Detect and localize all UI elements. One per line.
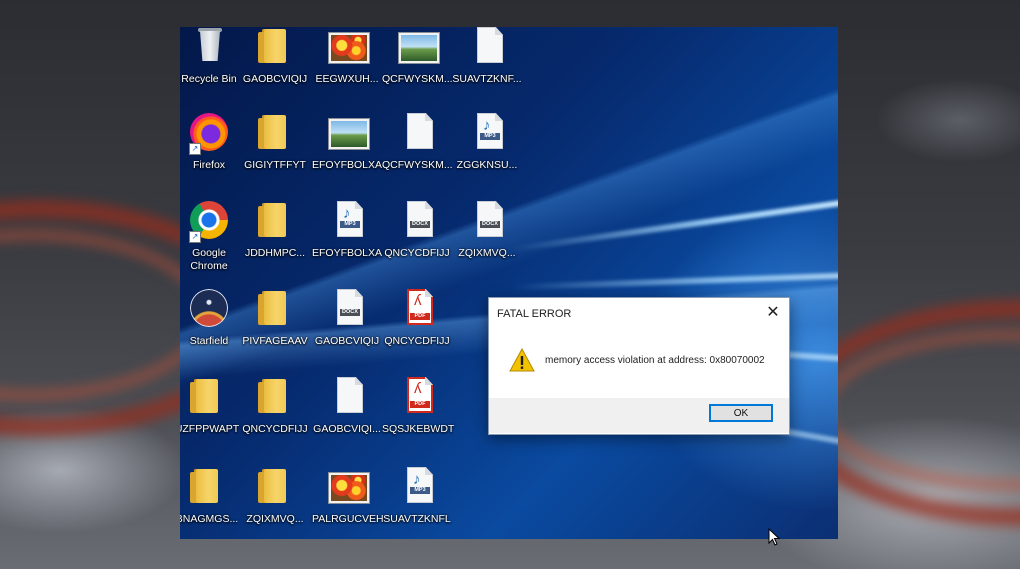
shortcut-arrow-icon: ↗ xyxy=(189,231,201,243)
image-icon xyxy=(325,113,369,153)
pdf-file-icon: ʎ PDF xyxy=(395,377,439,417)
desktop-icon-image[interactable]: EFOYFBOLXA xyxy=(312,113,382,193)
desktop-icon-label: ZQIXMVQ... xyxy=(458,247,516,259)
desktop-icon-docx[interactable]: DOCX ZQIXMVQ... xyxy=(452,201,522,281)
desktop-icon-label: QCFWYSKM... xyxy=(382,159,453,171)
desktop-icon-label: GAOBCVIQI... xyxy=(313,423,381,435)
wallpaper-light-beam xyxy=(510,269,838,291)
mp3-file-icon: ♪ MP3 xyxy=(465,113,509,153)
desktop-icon-starfield[interactable]: Starfield xyxy=(180,289,244,369)
desktop-icon-label: PALRGUCVEH xyxy=(312,513,384,525)
desktop-screen: Recycle Bin GAOBCVIQIJ EEGWXUH... QCFWYS… xyxy=(180,27,838,539)
desktop-icon-mp3[interactable]: ♪ MP3 EFOYFBOLXA xyxy=(312,201,382,281)
desktop-icon-document[interactable]: SUAVTZKNF... xyxy=(452,27,522,107)
dialog-body: memory access violation at address: 0x80… xyxy=(489,328,789,398)
desktop-icon-chrome[interactable]: ↗ Google Chrome xyxy=(180,201,244,281)
docx-file-icon: DOCX xyxy=(465,201,509,241)
folder-icon xyxy=(253,201,297,241)
desktop-icon-label: QCFWYSKM... xyxy=(382,73,453,85)
folder-icon xyxy=(253,377,297,417)
document-icon xyxy=(325,377,369,417)
desktop-icon-label: QNCYCDFIJJ xyxy=(384,335,450,347)
desktop-icon-label: EEGWXUH... xyxy=(315,73,379,85)
document-icon xyxy=(465,27,509,67)
desktop-icon-recycle-bin[interactable]: Recycle Bin xyxy=(180,27,244,107)
desktop-icon-label: Google Chrome xyxy=(190,247,228,272)
image-icon xyxy=(325,27,369,67)
desktop-icon-label: ZGGKNSU... xyxy=(456,159,518,171)
desktop-icon-folder[interactable]: QNCYCDFIJJ xyxy=(240,377,310,457)
mp3-file-icon: ♪ MP3 xyxy=(325,201,369,241)
error-message: memory access violation at address: 0x80… xyxy=(545,355,765,366)
wallpaper-light-beam xyxy=(511,187,838,253)
firefox-icon: ↗ xyxy=(187,113,231,155)
dialog-title: FATAL ERROR xyxy=(497,308,572,320)
desktop-icon-pdf[interactable]: ʎ PDF QNCYCDFIJJ xyxy=(382,289,452,369)
folder-icon xyxy=(253,467,297,507)
desktop-icon-label: SUAVTZKNF... xyxy=(452,73,522,85)
desktop-icon-folder[interactable]: UZFPPWAPT xyxy=(180,377,242,457)
folder-icon xyxy=(185,377,229,417)
desktop-icon-document[interactable]: QCFWYSKM... xyxy=(382,113,453,193)
desktop-icon-label: EFOYFBOLXA xyxy=(312,247,383,259)
mouse-cursor-icon xyxy=(768,528,780,546)
desktop-icon-label: EFOYFBOLXA xyxy=(312,159,383,171)
folder-icon xyxy=(185,467,229,507)
shortcut-arrow-icon: ↗ xyxy=(189,143,201,155)
fatal-error-dialog: FATAL ERROR ✕ memory access violation at… xyxy=(488,297,790,435)
folder-icon xyxy=(253,113,297,153)
warning-icon xyxy=(509,348,535,372)
desktop-icon-pdf[interactable]: ʎ PDF SQSJKEBWDT xyxy=(382,377,455,457)
desktop-icon-label: Starfield xyxy=(189,335,229,347)
desktop-icon-document[interactable]: GAOBCVIQI... xyxy=(312,377,382,457)
desktop-icon-label: GAOBCVIQIJ xyxy=(314,335,380,347)
dialog-footer: OK xyxy=(489,398,789,433)
desktop-icon-folder[interactable]: ZQIXMVQ... xyxy=(240,467,310,539)
close-icon[interactable]: ✕ xyxy=(763,303,783,323)
desktop-icon-label: ZQIXMVQ... xyxy=(246,513,304,525)
desktop-icon-folder[interactable]: BNAGMGS... xyxy=(180,467,242,539)
ok-button[interactable]: OK xyxy=(709,404,773,422)
desktop-icon-label: SQSJKEBWDT xyxy=(382,423,455,435)
desktop-icon-label: Firefox xyxy=(192,159,226,171)
desktop-icon-docx[interactable]: DOCX QNCYCDFIJJ xyxy=(382,201,452,281)
desktop-icon-label: PIVFAGEAAV xyxy=(242,335,308,347)
docx-file-icon: DOCX xyxy=(395,201,439,241)
desktop-icon-docx[interactable]: DOCX GAOBCVIQIJ xyxy=(312,289,382,369)
desktop-icon-folder[interactable]: GIGIYTFFYT xyxy=(240,113,310,193)
document-icon xyxy=(395,113,439,153)
desktop-icon-image[interactable]: QCFWYSKM... xyxy=(382,27,453,107)
desktop-icon-image[interactable]: PALRGUCVEH xyxy=(312,467,384,539)
desktop-icon-label: QNCYCDFIJJ xyxy=(384,247,450,259)
pdf-file-icon: ʎ PDF xyxy=(395,289,439,329)
docx-file-icon: DOCX xyxy=(325,289,369,329)
desktop-icon-mp3[interactable]: ♪ MP3 SUAVTZKNFL xyxy=(382,467,452,539)
folder-icon xyxy=(253,289,297,329)
desktop-icon-label: BNAGMGS... xyxy=(180,513,239,525)
image-icon xyxy=(325,467,369,507)
desktop-icon-mp3[interactable]: ♪ MP3 ZGGKNSU... xyxy=(452,113,522,193)
mp3-file-icon: ♪ MP3 xyxy=(395,467,439,507)
desktop-icon-label: GAOBCVIQIJ xyxy=(242,73,308,85)
desktop-icon-label: UZFPPWAPT xyxy=(180,423,240,435)
desktop-icon-label: SUAVTZKNFL xyxy=(383,513,451,525)
desktop-icon-label: GIGIYTFFYT xyxy=(244,159,306,171)
desktop-icon-label: Recycle Bin xyxy=(181,73,237,85)
desktop-icon-firefox[interactable]: ↗ Firefox xyxy=(180,113,244,193)
desktop-icon-label: QNCYCDFIJJ xyxy=(242,423,308,435)
desktop-icon-folder[interactable]: GAOBCVIQIJ xyxy=(240,27,310,107)
folder-icon xyxy=(253,27,297,67)
recycle-bin-icon xyxy=(187,27,231,67)
chrome-icon: ↗ xyxy=(187,201,231,243)
desktop-icon-folder[interactable]: PIVFAGEAAV xyxy=(240,289,310,369)
desktop-icon-label: JDDHMPC... xyxy=(244,247,306,259)
desktop-icon-folder[interactable]: JDDHMPC... xyxy=(240,201,310,281)
desktop-icon-image[interactable]: EEGWXUH... xyxy=(312,27,382,107)
starfield-icon xyxy=(187,289,231,329)
image-icon xyxy=(395,27,439,67)
